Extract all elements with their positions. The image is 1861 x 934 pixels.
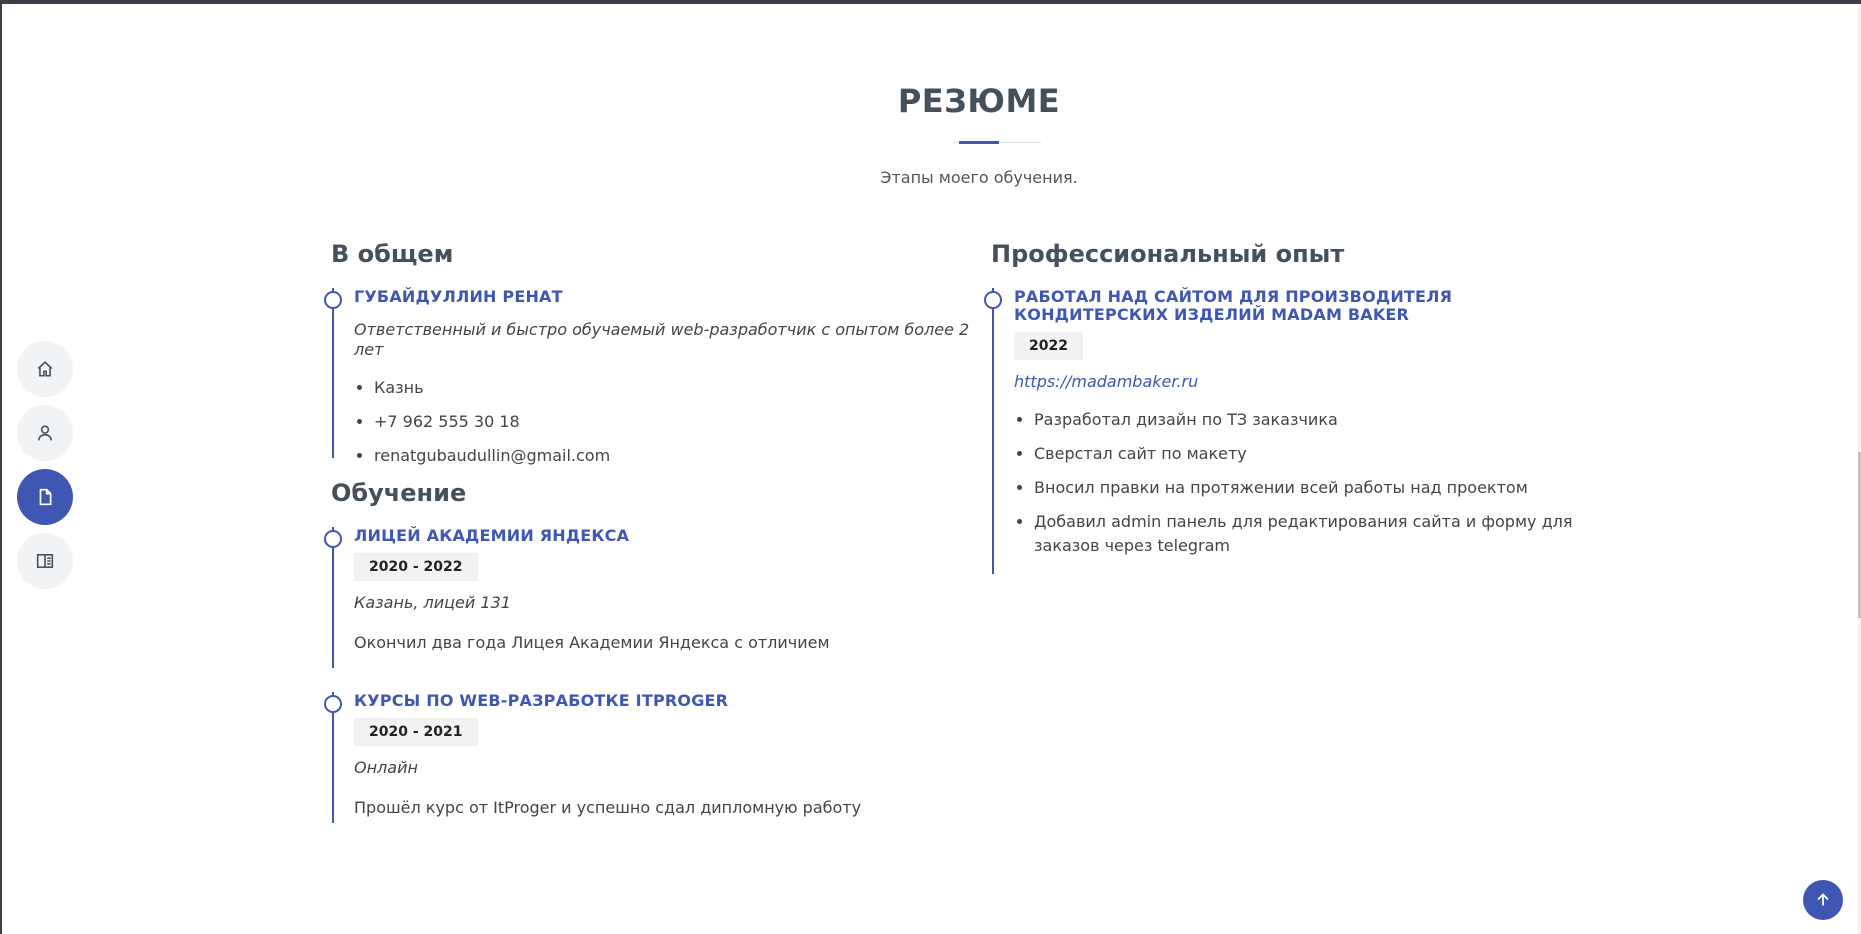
experience-date: 2022 — [1014, 332, 1083, 360]
education-text: Окончил два года Лицея Академии Яндекса … — [354, 633, 830, 652]
experience-item: РАБОТАЛ НАД САЙТОМ ДЛЯ ПРОИЗВОДИТЕЛЯ КОН… — [984, 287, 1612, 574]
education-date: 2020 - 2021 — [354, 718, 478, 746]
summary-phone: +7 962 555 30 18 — [374, 410, 972, 434]
window-left-border — [0, 4, 2, 934]
experience-link[interactable]: https://madambaker.ru — [1014, 372, 1198, 391]
summary-city: Казнь — [374, 376, 972, 400]
summary-item: ГУБАЙДУЛЛИН РЕНАТ Ответственный и быстро… — [324, 287, 972, 465]
summary-email: renatgubaudullin@gmail.com — [374, 444, 972, 468]
home-icon — [37, 361, 53, 377]
education-title: КУРСЫ ПО WEB-РАЗРАБОТКЕ ITPROGER — [354, 691, 729, 710]
experience-link-wrapper: https://madambaker.ru — [1014, 372, 1612, 392]
summary-tagline: Ответственный и быстро обучаемый web-раз… — [354, 320, 970, 359]
summary-heading: В общем — [331, 240, 454, 268]
summary-details-list: Казнь +7 962 555 30 18 renatgubaudullin@… — [354, 376, 972, 468]
book-icon — [36, 554, 54, 568]
experience-tasks-list: Разработал дизайн по ТЗ заказчика Сверст… — [1014, 408, 1612, 558]
experience-task: Вносил правки на протяжении всей работы … — [1034, 476, 1612, 500]
side-nav — [17, 341, 73, 597]
file-icon — [39, 488, 52, 506]
education-date: 2020 - 2022 — [354, 553, 478, 581]
section-title: РЕЗЮМЕ — [897, 82, 1061, 120]
back-to-top-button[interactable] — [1803, 880, 1843, 920]
education-heading: Обучение — [331, 479, 467, 507]
experience-task: Добавил admin панель для редактирования … — [1034, 510, 1612, 558]
nav-about-button[interactable] — [17, 405, 73, 461]
education-text: Прошёл курс от ItProger и успешно сдал д… — [354, 798, 862, 817]
summary-name: ГУБАЙДУЛЛИН РЕНАТ — [354, 287, 563, 306]
experience-task: Сверстал сайт по макету — [1034, 442, 1612, 466]
nav-portfolio-button[interactable] — [17, 533, 73, 589]
experience-title: РАБОТАЛ НАД САЙТОМ ДЛЯ ПРОИЗВОДИТЕЛЯ КОН… — [1014, 287, 1453, 324]
nav-resume-button[interactable] — [17, 469, 73, 525]
education-item-1: ЛИЦЕЙ АКАДЕМИИ ЯНДЕКСА 2020 - 2022 Казан… — [324, 526, 972, 668]
nav-home-button[interactable] — [17, 341, 73, 397]
education-title: ЛИЦЕЙ АКАДЕМИИ ЯНДЕКСА — [354, 526, 630, 545]
experience-task: Разработал дизайн по ТЗ заказчика — [1034, 408, 1612, 432]
window-top-border — [0, 0, 1861, 4]
education-place: Онлайн — [354, 758, 418, 777]
person-icon — [38, 425, 52, 441]
section-subtitle: Этапы моего обучения. — [880, 168, 1078, 187]
arrow-up-icon — [1817, 893, 1829, 906]
education-item-2: КУРСЫ ПО WEB-РАЗРАБОТКЕ ITPROGER 2020 - … — [324, 691, 972, 823]
education-place: Казань, лицей 131 — [354, 593, 511, 612]
experience-heading: Профессиональный опыт — [991, 240, 1345, 268]
title-divider-accent — [959, 141, 999, 144]
